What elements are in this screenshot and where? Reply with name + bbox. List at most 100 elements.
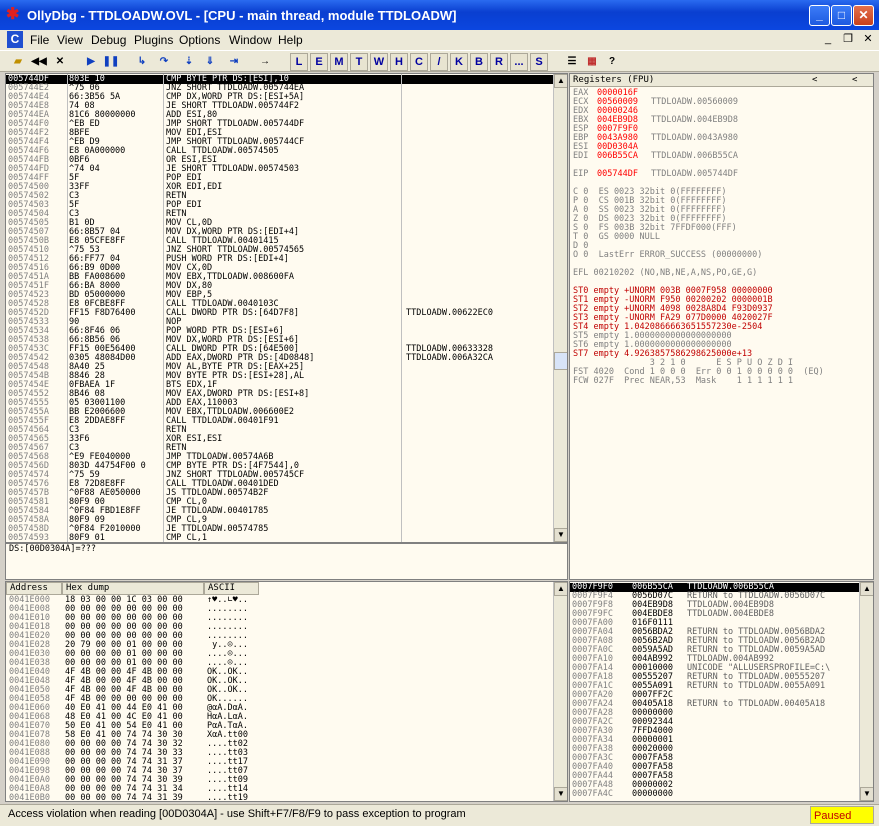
prev-view-icon[interactable]: < bbox=[812, 74, 817, 86]
menu-debug[interactable]: Debug bbox=[91, 33, 126, 47]
windows-window-button[interactable]: W bbox=[370, 53, 388, 71]
scroll-up-icon[interactable]: ▲ bbox=[554, 74, 567, 88]
disasm-row[interactable]: 0057452D FF15 F8D76400 CALL DWORD PTR DS:[… bbox=[6, 309, 553, 318]
scroll-up-icon[interactable]: ▲ bbox=[554, 582, 567, 596]
menu-window[interactable]: Window bbox=[229, 33, 272, 47]
menu-plugins[interactable]: Plugins bbox=[134, 33, 173, 47]
register-name: EDI bbox=[573, 151, 589, 161]
stack-row[interactable]: 0007FA2C 00092344 bbox=[570, 718, 860, 727]
open-icon[interactable]: ▰ bbox=[9, 53, 27, 71]
stack-row[interactable]: 0007FA24 00405A18 RETURN to TTDLOADW.00405… bbox=[570, 700, 860, 709]
disasm-row[interactable]: 00574593 80F9 01 CMP CL,1 bbox=[6, 534, 553, 543]
registers-header: Registers (FPU) < < bbox=[570, 74, 873, 87]
mdi-close-icon[interactable]: ✕ bbox=[860, 32, 876, 48]
menu-file[interactable]: File bbox=[30, 33, 49, 47]
references-window-button[interactable]: R bbox=[490, 53, 508, 71]
stack-row[interactable]: 0007FA48 00000002 bbox=[570, 781, 860, 790]
mdi-restore-icon[interactable]: ❐ bbox=[840, 32, 856, 48]
stack-scrollbar[interactable]: ▲ ▼ bbox=[859, 582, 873, 801]
breakpoints-window-button[interactable]: B bbox=[470, 53, 488, 71]
register-row[interactable]: EIP 005744DF TTDLOADW.005744DF bbox=[570, 169, 873, 179]
cpu-window-icon[interactable]: C bbox=[7, 31, 23, 48]
register-comment: TTDLOADW.0043A980 bbox=[651, 133, 738, 143]
stack-row[interactable]: 0007FA44 0007FA58 bbox=[570, 772, 860, 781]
disasm-row[interactable]: 00574565 33F6 XOR ESI,ESI bbox=[6, 435, 553, 444]
step-over-icon[interactable]: ↷ bbox=[155, 53, 173, 71]
scroll-down-icon[interactable]: ▼ bbox=[554, 528, 567, 542]
stack-row[interactable]: 0007FA4C 00000000 bbox=[570, 790, 860, 799]
stack-comment: RETURN to TTDLOADW.0055A091 bbox=[687, 681, 826, 691]
execute-till-return-icon[interactable]: ⇥ bbox=[225, 53, 243, 71]
run-trace-window-button[interactable]: ... bbox=[510, 53, 528, 71]
stack-pane[interactable]: 0007F9F0 006B55CA TTDLOADW.006B55CA 0007F9F… bbox=[569, 581, 874, 802]
fcw-row[interactable]: FCW 027F Prec NEAR,53 Mask 1 1 1 1 1 1 bbox=[570, 377, 873, 386]
efl-row[interactable]: EFL 00210202 (NO,NB,NE,A,NS,PO,GE,G) bbox=[570, 269, 873, 278]
stack-row[interactable]: 0007FA28 00000000 bbox=[570, 709, 860, 718]
patches-window-button[interactable]: / bbox=[430, 53, 448, 71]
disasm-row[interactable]: 00574500 33FF XOR EDI,EDI bbox=[6, 183, 553, 192]
register-row[interactable]: EDI 006B55CA TTDLOADW.006B55CA bbox=[570, 151, 873, 161]
stack-row[interactable]: 0007FA34 00000001 bbox=[570, 736, 860, 745]
menu-bar: C File View Debug Plugins Options Window… bbox=[0, 30, 879, 50]
log-window-button[interactable]: L bbox=[290, 53, 308, 71]
callstack-window-button[interactable]: K bbox=[450, 53, 468, 71]
minimize-button[interactable]: _ bbox=[809, 5, 830, 26]
stack-address: 0007FA4C bbox=[572, 789, 613, 799]
flag-row[interactable]: T 0 GS 0000 NULL bbox=[570, 233, 873, 242]
list-icon[interactable]: ☰ bbox=[563, 53, 581, 71]
disasm-row[interactable]: 005744FD ^74 04 JE SHORT TTDLOADW.00574503 bbox=[6, 165, 553, 174]
disasm-comment: TTDLOADW.006A32CA bbox=[406, 353, 493, 363]
menu-help[interactable]: Help bbox=[278, 33, 303, 47]
dump-header-hex[interactable]: Hex dump bbox=[62, 582, 204, 595]
trace-into-icon[interactable]: ⇣ bbox=[180, 53, 198, 71]
dump-header-address[interactable]: Address bbox=[6, 582, 62, 595]
cpu-window-button[interactable]: C bbox=[410, 53, 428, 71]
stack-row[interactable]: 0007F9FC 004EBDE8 TTDLOADW.004EBDE8 bbox=[570, 610, 860, 619]
disassembly-list: 005744DF 803E 10 CMP BYTE PTR DS:[ESI],10 0… bbox=[6, 75, 553, 543]
stack-row[interactable]: 0007FA3C 0007FA58 bbox=[570, 754, 860, 763]
status-badge: Paused bbox=[810, 806, 874, 824]
maximize-button[interactable]: □ bbox=[831, 5, 852, 26]
menu-view[interactable]: View bbox=[57, 33, 83, 47]
menu-options[interactable]: Options bbox=[179, 33, 220, 47]
dump-address: 0041E0B0 bbox=[9, 793, 50, 802]
stack-row[interactable]: 0007FA1C 0055A091 RETURN to TTDLOADW.0055A… bbox=[570, 682, 860, 691]
register-name: EIP bbox=[573, 169, 589, 179]
stack-row[interactable]: 0007FA30 7FFD4000 bbox=[570, 727, 860, 736]
scroll-down-icon[interactable]: ▼ bbox=[860, 787, 873, 801]
threads-window-button[interactable]: T bbox=[350, 53, 368, 71]
modules-window-button[interactable]: E bbox=[310, 53, 328, 71]
dump-row[interactable]: 0041E0B0 00 00 00 00 74 74 31 39 ....tt19 bbox=[6, 794, 553, 802]
memory-window-button[interactable]: M bbox=[330, 53, 348, 71]
stack-row[interactable]: 0007FA40 0007FA58 bbox=[570, 763, 860, 772]
source-window-button[interactable]: S bbox=[530, 53, 548, 71]
close-button[interactable]: ✕ bbox=[853, 5, 874, 26]
step-into-icon[interactable]: ↳ bbox=[133, 53, 151, 71]
close-program-icon[interactable]: ✕ bbox=[51, 53, 69, 71]
run-icon[interactable]: ▶ bbox=[82, 53, 100, 71]
disasm-row[interactable]: 00574503 5F POP EDI bbox=[6, 201, 553, 210]
trace-over-icon[interactable]: ⇓ bbox=[201, 53, 219, 71]
scroll-up-icon[interactable]: ▲ bbox=[860, 582, 873, 596]
scroll-thumb[interactable] bbox=[554, 352, 567, 370]
pause-icon[interactable]: ❚❚ bbox=[102, 53, 120, 71]
stack-row[interactable]: 0007FA38 00020000 bbox=[570, 745, 860, 754]
registers-pane[interactable]: Registers (FPU) < < EAX 0000016F ECX 005600… bbox=[569, 73, 874, 580]
disasm-row[interactable]: 0057455F E8 2DDAE8FF CALL TTDLOADW.00401F9… bbox=[6, 417, 553, 426]
dump-scrollbar[interactable]: ▲ ▼ bbox=[553, 582, 567, 801]
colors-icon[interactable]: ▦ bbox=[583, 53, 601, 71]
dump-pane[interactable]: Address Hex dump ASCII 0041E000 18 03 00 … bbox=[5, 581, 568, 802]
disasm-row[interactable]: 00574502 C3 RETN bbox=[6, 192, 553, 201]
scroll-down-icon[interactable]: ▼ bbox=[554, 787, 567, 801]
mdi-minimize-icon[interactable]: _ bbox=[820, 32, 836, 48]
dump-header-ascii[interactable]: ASCII bbox=[204, 582, 259, 595]
next-view-icon[interactable]: < bbox=[852, 74, 857, 86]
info-line: DS:[00D0304A]=??? bbox=[9, 544, 96, 554]
flag-row[interactable]: O 0 LastErr ERROR_SUCCESS (00000000) bbox=[570, 251, 873, 260]
disassembly-pane[interactable]: 005744DF 803E 10 CMP BYTE PTR DS:[ESI],10 0… bbox=[5, 73, 568, 543]
handles-window-button[interactable]: H bbox=[390, 53, 408, 71]
disasm-scrollbar[interactable]: ▲ ▼ bbox=[553, 74, 567, 542]
help-icon[interactable]: ? bbox=[603, 53, 621, 71]
rewind-icon[interactable]: ◀◀ bbox=[30, 53, 48, 71]
goto-icon[interactable]: → bbox=[256, 53, 274, 71]
